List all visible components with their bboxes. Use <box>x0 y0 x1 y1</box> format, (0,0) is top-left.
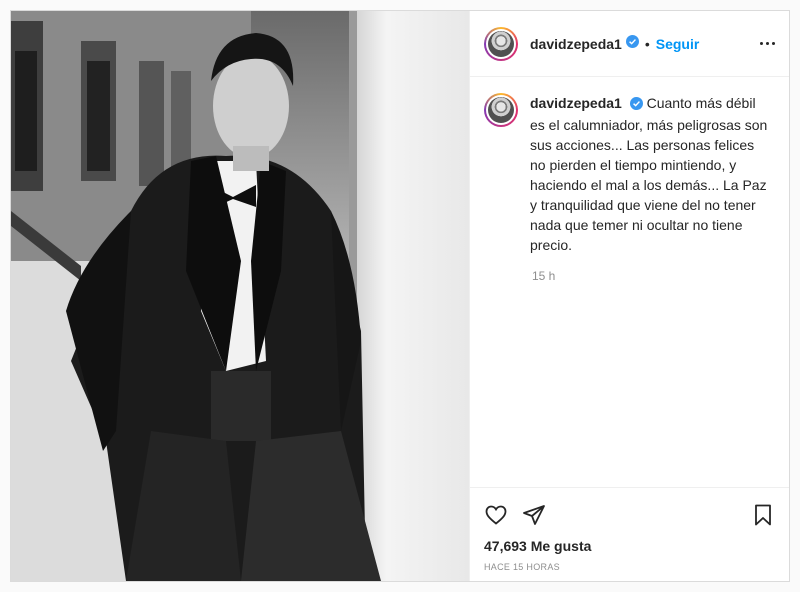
author-username[interactable]: davidzepeda1 <box>530 36 622 52</box>
caption-text: Cuanto más débil es el calumniador, más … <box>530 95 768 253</box>
caption-avatar[interactable] <box>484 93 518 127</box>
more-options-icon[interactable] <box>760 42 775 45</box>
separator-dot: • <box>644 35 650 52</box>
post-actions: 47,693 Me gusta HACE 15 HORAS <box>470 487 789 581</box>
post-header: davidzepeda1 • Seguir <box>470 11 789 77</box>
post-dialog: davidzepeda1 • Seguir davidzepeda1 Cuant… <box>10 10 790 582</box>
verified-badge-icon <box>625 34 639 53</box>
heart-icon[interactable] <box>484 503 508 527</box>
likes-count[interactable]: 47,693 Me gusta <box>484 538 775 554</box>
caption-row: davidzepeda1 Cuanto más débil es el calu… <box>484 93 775 255</box>
post-timestamp[interactable]: HACE 15 HORAS <box>484 562 775 572</box>
bookmark-icon[interactable] <box>751 503 775 527</box>
caption-verified-badge-icon <box>629 95 643 115</box>
author-avatar[interactable] <box>484 26 518 61</box>
comments-section: davidzepeda1 Cuanto más débil es el calu… <box>470 77 789 487</box>
post-details-panel: davidzepeda1 • Seguir davidzepeda1 Cuant… <box>469 11 789 581</box>
follow-button[interactable]: Seguir <box>656 36 700 52</box>
photo-illustration <box>11 11 469 581</box>
caption-age[interactable]: 15 h <box>532 269 775 283</box>
caption: davidzepeda1 Cuanto más débil es el calu… <box>530 93 768 255</box>
paper-plane-icon[interactable] <box>522 503 546 527</box>
post-photo[interactable] <box>11 11 469 581</box>
caption-username[interactable]: davidzepeda1 <box>530 95 622 111</box>
